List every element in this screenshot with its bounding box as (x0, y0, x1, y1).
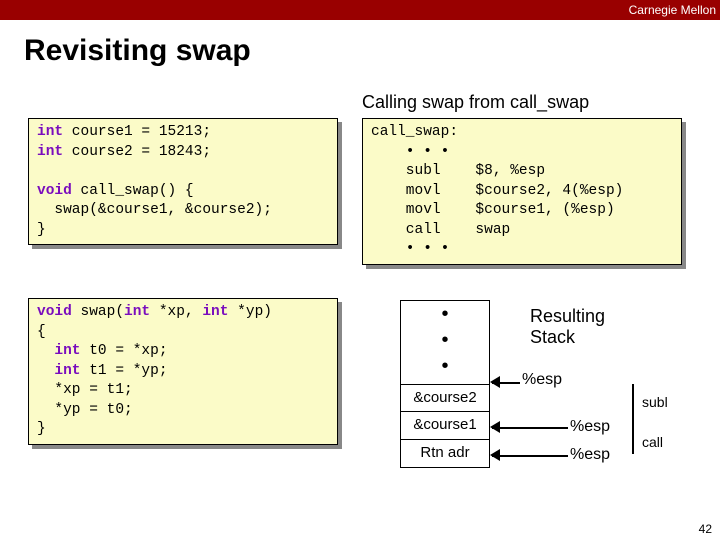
slide-title: Revisiting swap (24, 34, 720, 68)
arrow-1-head (490, 376, 500, 388)
stack-cell-2: Rtn adr (400, 440, 490, 468)
label-call: call (642, 434, 663, 450)
stack-column: ••• &course2 &course1 Rtn adr (400, 300, 490, 468)
code-asm: call_swap: • • • subl $8, %esp movl $cou… (362, 118, 682, 265)
slide-subtitle: Calling swap from call_swap (362, 92, 589, 113)
esp-label-top: %esp (522, 371, 562, 389)
code-c-swap: void swap(int *xp, int *yp) { int t0 = *… (28, 298, 338, 445)
esp-label-bot: %esp (570, 446, 610, 464)
stack-cell-0: &course2 (400, 384, 490, 412)
esp-label-mid: %esp (570, 418, 610, 436)
stack-diagram: ••• &course2 &course1 Rtn adr ResultingS… (380, 300, 710, 510)
arrow-2 (492, 427, 568, 429)
vert-line (632, 384, 634, 454)
arrow-2-head (490, 421, 500, 433)
page-number: 42 (699, 522, 712, 536)
stack-title: ResultingStack (530, 306, 605, 348)
stack-dots: ••• (400, 300, 490, 384)
label-subl: subl (642, 394, 668, 410)
arrow-3-head (490, 449, 500, 461)
org-label: Carnegie Mellon (629, 3, 716, 17)
stack-cell-1: &course1 (400, 412, 490, 440)
arrow-3 (492, 455, 568, 457)
top-bar: Carnegie Mellon (0, 0, 720, 20)
code-c-decls: int course1 = 15213; int course2 = 18243… (28, 118, 338, 245)
